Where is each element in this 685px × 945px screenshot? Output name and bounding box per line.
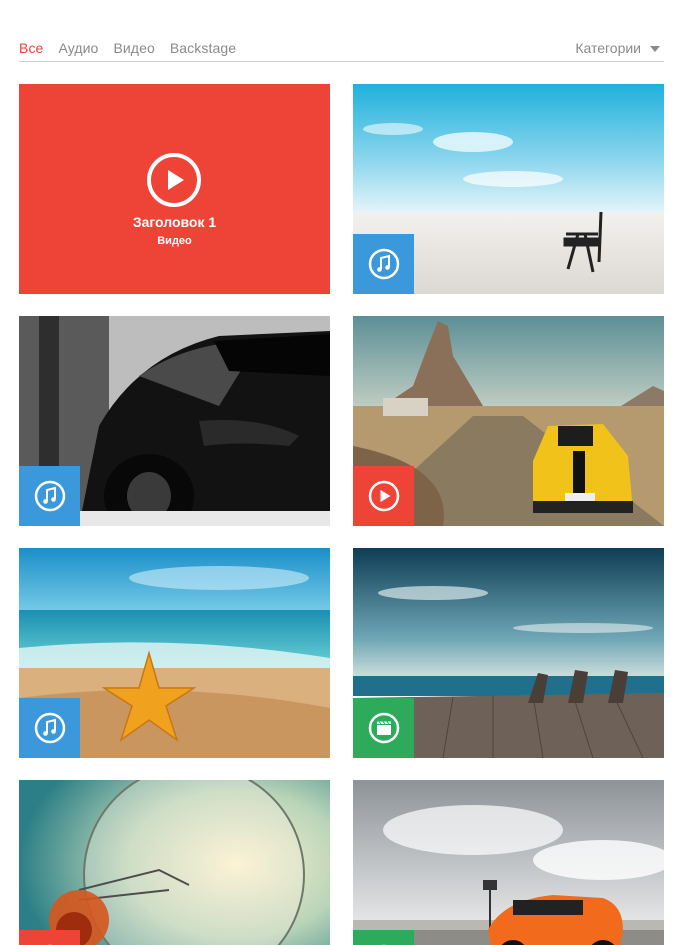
- tile-category: Видео: [157, 235, 192, 247]
- video-badge: [353, 466, 414, 526]
- backstage-badge: [353, 698, 414, 758]
- music-note-icon: [34, 480, 65, 512]
- light-bulb-image: [19, 780, 330, 945]
- category-dropdown[interactable]: Категории: [575, 40, 660, 56]
- music-note-icon: [34, 712, 65, 744]
- featured-video-tile[interactable]: Заголовок 1 Видео: [19, 84, 330, 294]
- media-tile-light-bulb[interactable]: [19, 780, 330, 945]
- media-tile-yellow-car[interactable]: [353, 316, 664, 526]
- filter-bar: Все Аудио Видео Backstage Категории: [19, 36, 664, 62]
- play-circle-icon: [147, 153, 201, 207]
- tab-audio[interactable]: Аудио: [58, 40, 98, 56]
- media-tile-orange-car[interactable]: [353, 780, 664, 945]
- tab-all[interactable]: Все: [19, 40, 43, 56]
- film-clapper-icon: [368, 712, 399, 744]
- orange-car-road-image: [353, 780, 664, 945]
- backstage-badge: [353, 930, 414, 945]
- media-tile-black-car[interactable]: [19, 316, 330, 526]
- media-tile-desert-chair[interactable]: [353, 84, 664, 294]
- filter-tabs: Все Аудио Видео Backstage: [19, 40, 236, 56]
- audio-badge: [353, 234, 414, 294]
- audio-badge: [19, 698, 80, 758]
- category-dropdown-label: Категории: [575, 40, 641, 56]
- tab-backstage[interactable]: Backstage: [170, 40, 236, 56]
- tab-video[interactable]: Видео: [113, 40, 154, 56]
- audio-badge: [19, 466, 80, 526]
- play-icon: [368, 480, 399, 512]
- video-badge: [19, 930, 80, 945]
- media-tile-beach[interactable]: [19, 548, 330, 758]
- music-note-icon: [368, 248, 399, 280]
- tile-title: Заголовок 1: [132, 214, 217, 230]
- media-tile-deck-chairs[interactable]: [353, 548, 664, 758]
- chevron-down-icon: [650, 45, 660, 52]
